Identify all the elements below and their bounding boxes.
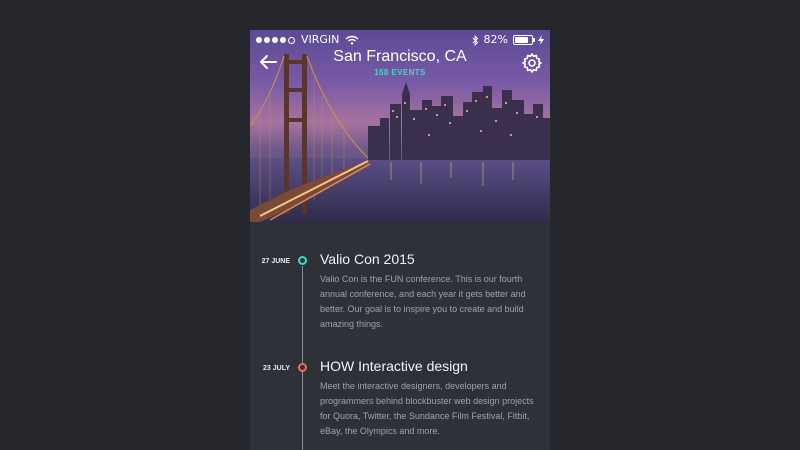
event-title[interactable]: Valio Con 2015: [320, 251, 415, 267]
wifi-icon: [345, 35, 359, 45]
status-bar: VIRGIN 82%: [250, 30, 550, 50]
charging-icon: [538, 35, 544, 45]
bluetooth-icon: [472, 34, 478, 46]
event-date: 27 JUNE: [261, 258, 290, 265]
gear-icon: [522, 53, 542, 73]
event-description: Valio Con is the FUN conference. This is…: [320, 274, 526, 329]
battery-icon: [513, 35, 535, 45]
signal-strength-icon: [256, 36, 295, 44]
event-marker-icon: [298, 363, 307, 372]
event-timeline: 27 JUNE Valio Con 2015 Valio Con is the …: [250, 222, 550, 450]
page-title: San Francisco, CA: [333, 48, 467, 65]
settings-button[interactable]: [521, 52, 543, 74]
event-description: Meet the interactive designers, develope…: [320, 381, 534, 436]
event-marker-icon: [298, 256, 307, 265]
carrier-name: VIRGIN: [301, 33, 340, 46]
event-count: 168 EVENTS: [374, 68, 426, 77]
phone-screen: VIRGIN 82% San Francisco, CA 168 EVENTS …: [250, 30, 550, 450]
event-title[interactable]: HOW Interactive design: [320, 358, 468, 374]
battery-percent: 82%: [483, 33, 508, 46]
city-hero-image: VIRGIN 82% San Francisco, CA 168 EVENTS: [250, 30, 550, 222]
event-date: 23 JULY: [263, 365, 290, 372]
timeline-line: [302, 266, 303, 450]
